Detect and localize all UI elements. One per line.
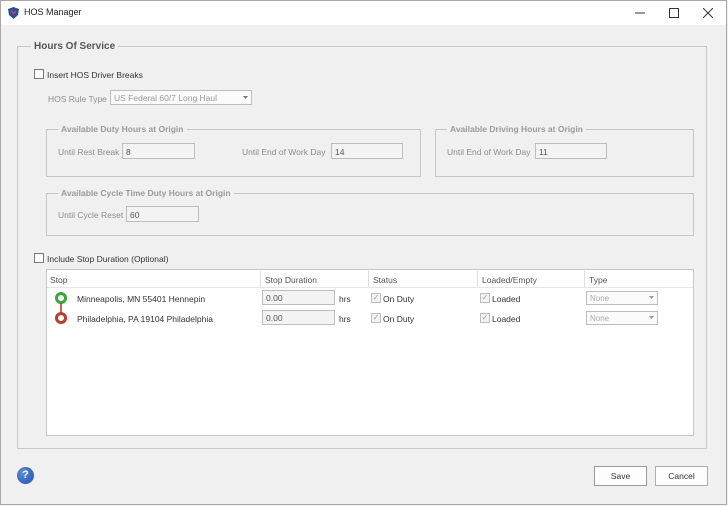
duty-end-of-work-day-input[interactable]: 14 — [331, 143, 403, 159]
duty-hours-title: Available Duty Hours at Origin — [58, 124, 187, 134]
status-label: On Duty — [383, 294, 415, 304]
minimize-icon — [635, 12, 645, 14]
column-header-type[interactable]: Type — [589, 275, 607, 286]
column-header-stop[interactable]: Stop — [50, 275, 68, 286]
rule-type-label: HOS Rule Type — [48, 94, 107, 104]
maximize-icon — [669, 8, 679, 18]
driving-hours-title: Available Driving Hours at Origin — [447, 124, 586, 134]
loaded-checkbox[interactable]: ✓ — [480, 293, 490, 303]
insert-breaks-checkbox[interactable] — [34, 69, 44, 79]
cycle-hours-title: Available Cycle Time Duty Hours at Origi… — [58, 188, 234, 198]
loaded-checkbox[interactable]: ✓ — [480, 313, 490, 323]
stop-name: Minneapolis, MN 55401 Hennepin — [77, 294, 206, 304]
stop-duration-input[interactable]: 0.00 — [262, 290, 335, 305]
insert-breaks-label: Insert HOS Driver Breaks — [47, 70, 143, 80]
hours-of-service-title: Hours Of Service — [31, 41, 119, 52]
save-button[interactable]: Save — [594, 466, 647, 486]
destination-marker-icon — [55, 312, 67, 324]
until-rest-break-label: Until Rest Break — [58, 147, 120, 157]
close-icon — [703, 8, 713, 18]
cancel-button[interactable]: Cancel — [655, 466, 708, 486]
type-select[interactable]: None — [586, 311, 658, 325]
duration-unit: hrs — [339, 314, 351, 324]
rule-type-select[interactable]: US Federal 60/7 Long Haul — [110, 90, 252, 105]
status-checkbox[interactable]: ✓ — [371, 293, 381, 303]
include-stop-duration-label: Include Stop Duration (Optional) — [47, 254, 169, 264]
chevron-down-icon — [649, 296, 654, 299]
driving-end-of-work-day-input[interactable]: 11 — [535, 143, 607, 159]
maximize-button[interactable] — [657, 1, 691, 25]
shield-logo-icon — [8, 7, 19, 19]
column-header-loaded-empty[interactable]: Loaded/Empty — [482, 275, 537, 286]
loaded-label: Loaded — [492, 314, 521, 324]
rule-type-value: US Federal 60/7 Long Haul — [114, 93, 218, 103]
minimize-button[interactable] — [623, 1, 657, 25]
loaded-label: Loaded — [492, 294, 521, 304]
stop-duration-input[interactable]: 0.00 — [262, 310, 335, 325]
type-value: None — [590, 314, 610, 323]
column-header-status[interactable]: Status — [373, 275, 397, 286]
stop-name: Philadelphia, PA 19104 Philadelphia — [77, 314, 213, 324]
until-cycle-reset-input[interactable]: 60 — [126, 206, 199, 222]
type-select[interactable]: None — [586, 291, 658, 305]
window-title: HOS Manager — [24, 7, 82, 17]
help-icon[interactable]: ? — [17, 467, 34, 484]
duration-unit: hrs — [339, 294, 351, 304]
chevron-down-icon — [243, 96, 248, 99]
status-label: On Duty — [383, 314, 415, 324]
close-button[interactable] — [691, 1, 725, 25]
status-checkbox[interactable]: ✓ — [371, 313, 381, 323]
until-cycle-reset-label: Until Cycle Reset — [58, 210, 124, 220]
title-bar: HOS Manager — [1, 1, 726, 25]
duty-end-of-work-day-label: Until End of Work Day — [242, 147, 326, 157]
driving-end-of-work-day-label: Until End of Work Day — [447, 147, 531, 157]
chevron-down-icon — [649, 316, 654, 319]
until-rest-break-input[interactable]: 8 — [122, 143, 195, 159]
hos-manager-window: HOS Manager Hours Of Service Insert HOS … — [0, 0, 727, 505]
type-value: None — [590, 294, 610, 303]
column-header-stop-duration[interactable]: Stop Duration — [265, 275, 317, 286]
include-stop-duration-checkbox[interactable] — [34, 253, 44, 263]
